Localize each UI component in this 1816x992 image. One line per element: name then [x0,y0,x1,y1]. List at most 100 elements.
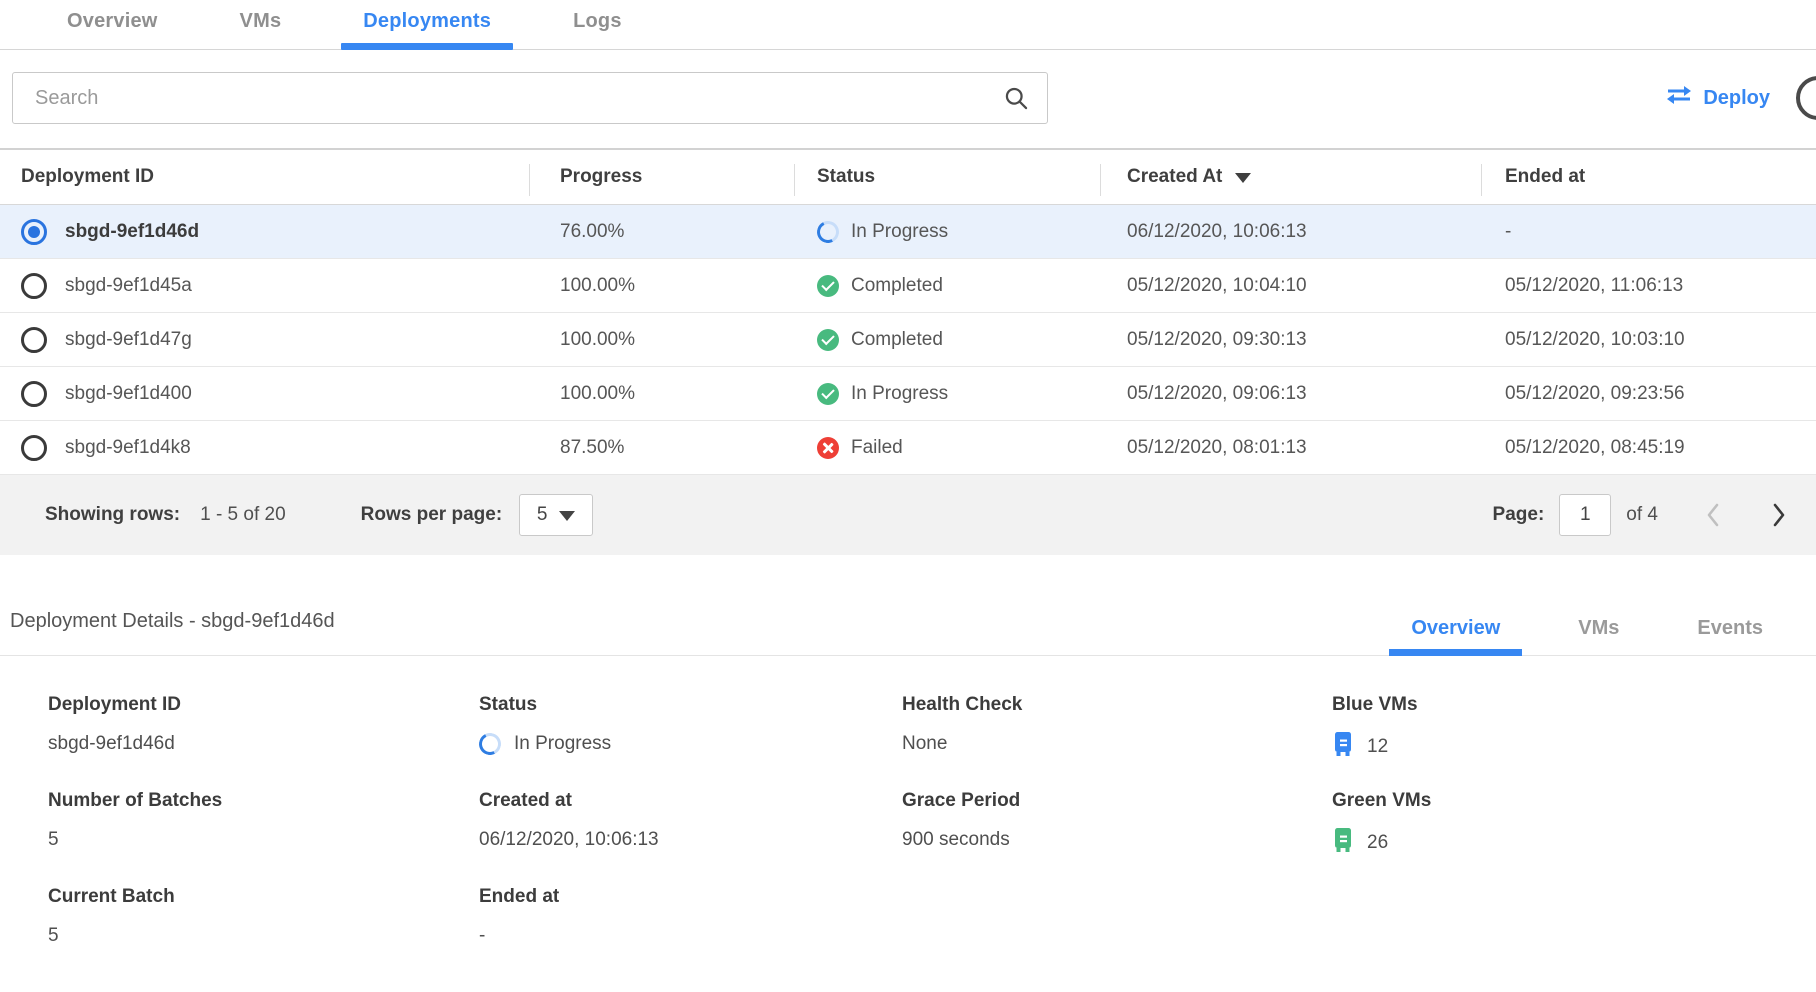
column-header-created-at-label: Created At [1127,166,1222,188]
column-header-status[interactable]: Status [794,150,1100,204]
field-label: Status [479,694,902,716]
status-label: In Progress [851,221,948,243]
field-label: Grace Period [902,790,1332,812]
field-label: Health Check [902,694,1332,716]
radio-button[interactable] [21,327,47,353]
field-value: 900 seconds [902,827,1332,853]
rows-per-page-label: Rows per page: [361,504,502,526]
radio-button[interactable] [21,381,47,407]
table-row[interactable]: sbgd-9ef1d4k8 87.50% Failed 05/12/2020, … [0,421,1816,475]
field-green-vms: Green VMs 26 [1332,790,1816,859]
vm-green-icon [1332,827,1354,859]
tab-deployments[interactable]: Deployments [341,0,513,49]
page-total: of 4 [1626,504,1658,526]
created-at-cell: 05/12/2020, 09:30:13 [1100,329,1481,351]
details-tab-vms[interactable]: VMs [1556,617,1641,655]
radio-button[interactable] [21,219,47,245]
deployment-id-cell: sbgd-9ef1d46d [0,219,529,245]
field-label: Number of Batches [48,790,479,812]
table-header-row: Deployment ID Progress Status Created At… [0,150,1816,205]
details-header: Deployment Details - sbgd-9ef1d46d Overv… [0,610,1816,656]
status-label: Failed [851,437,903,459]
deployment-id-cell: sbgd-9ef1d45a [0,273,529,299]
field-blue-vms: Blue VMs 12 [1332,694,1816,763]
field-label: Created at [479,790,902,812]
search-input[interactable] [12,72,1048,124]
status-cell: Failed [794,437,1100,459]
top-tab-bar: Overview VMs Deployments Logs [0,0,1816,50]
field-value: 5 [48,827,479,853]
progress-cell: 87.50% [529,437,794,459]
table-row[interactable]: sbgd-9ef1d47g 100.00% Completed 05/12/20… [0,313,1816,367]
deployments-table: Deployment ID Progress Status Created At… [0,148,1816,555]
chevron-right-icon [1770,517,1788,532]
field-number-of-batches: Number of Batches 5 [48,790,479,859]
status-cell: Completed [794,275,1100,297]
status-cell: In Progress [794,221,1100,243]
column-header-created-at[interactable]: Created At [1100,150,1481,204]
rows-per-page-value: 5 [537,504,548,526]
ended-at-cell: - [1481,221,1816,243]
field-value: - [479,923,902,949]
deploy-button-label: Deploy [1703,87,1770,110]
progress-cell: 100.00% [529,383,794,405]
created-at-cell: 05/12/2020, 08:01:13 [1100,437,1481,459]
field-current-batch: Current Batch 5 [48,886,479,949]
tab-vms[interactable]: VMs [218,0,304,49]
field-value: In Progress [479,731,902,757]
sort-desc-icon[interactable] [1235,173,1251,183]
field-label: Deployment ID [48,694,479,716]
field-ended-at: Ended at - [479,886,902,949]
status-cell: In Progress [794,383,1100,405]
field-label: Current Batch [48,886,479,908]
status-cell: Completed [794,329,1100,351]
status-in-progress-icon [814,218,842,246]
deploy-swap-arrows-icon [1665,84,1693,112]
toolbar: Deploy [0,71,1816,125]
details-tab-overview[interactable]: Overview [1389,617,1522,655]
next-page-button[interactable] [1770,501,1788,529]
search-icon[interactable] [1003,85,1030,117]
radio-button[interactable] [21,273,47,299]
created-at-cell: 05/12/2020, 09:06:13 [1100,383,1481,405]
field-label: Blue VMs [1332,694,1816,716]
refresh-icon[interactable] [1796,76,1816,120]
tab-logs[interactable]: Logs [551,0,644,49]
status-completed-icon [817,275,839,297]
page-label: Page: [1493,504,1545,526]
deploy-button[interactable]: Deploy [1665,84,1770,112]
rows-per-page-select[interactable]: 5 [519,494,593,536]
field-status: Status In Progress [479,694,902,763]
deployment-id-cell: sbgd-9ef1d400 [0,381,529,407]
field-value: 06/12/2020, 10:06:13 [479,827,902,853]
page-input[interactable] [1559,494,1611,536]
table-row[interactable]: sbgd-9ef1d45a 100.00% Completed 05/12/20… [0,259,1816,313]
deployments-page: Overview VMs Deployments Logs [0,0,1816,992]
progress-cell: 76.00% [529,221,794,243]
field-value: 5 [48,923,479,949]
chevron-left-icon [1704,517,1722,532]
field-value: 26 [1332,827,1816,859]
details-fields-grid: Deployment ID sbgd-9ef1d46d Status In Pr… [0,694,1816,976]
ended-at-cell: 05/12/2020, 08:45:19 [1481,437,1816,459]
table-row[interactable]: sbgd-9ef1d400 100.00% In Progress 05/12/… [0,367,1816,421]
table-row[interactable]: sbgd-9ef1d46d 76.00% In Progress 06/12/2… [0,205,1816,259]
progress-cell: 100.00% [529,329,794,351]
column-header-ended-at[interactable]: Ended at [1481,150,1816,204]
status-failed-icon [817,437,839,459]
ended-at-cell: 05/12/2020, 10:03:10 [1481,329,1816,351]
prev-page-button[interactable] [1704,501,1722,529]
deployment-id-cell: sbgd-9ef1d4k8 [0,435,529,461]
column-header-deployment-id[interactable]: Deployment ID [0,150,529,204]
showing-rows-label: Showing rows: [45,504,180,526]
in-progress-spinner-icon [476,730,504,758]
radio-button[interactable] [21,435,47,461]
column-header-progress[interactable]: Progress [529,150,794,204]
details-tab-events[interactable]: Events [1675,617,1785,655]
field-grace-period: Grace Period 900 seconds [902,790,1332,859]
progress-cell: 100.00% [529,275,794,297]
tab-overview[interactable]: Overview [45,0,180,49]
pagination-controls: Page: of 4 [1493,494,1816,536]
details-title: Deployment Details - sbgd-9ef1d46d [0,610,335,655]
deployment-id-value: sbgd-9ef1d47g [65,329,192,351]
